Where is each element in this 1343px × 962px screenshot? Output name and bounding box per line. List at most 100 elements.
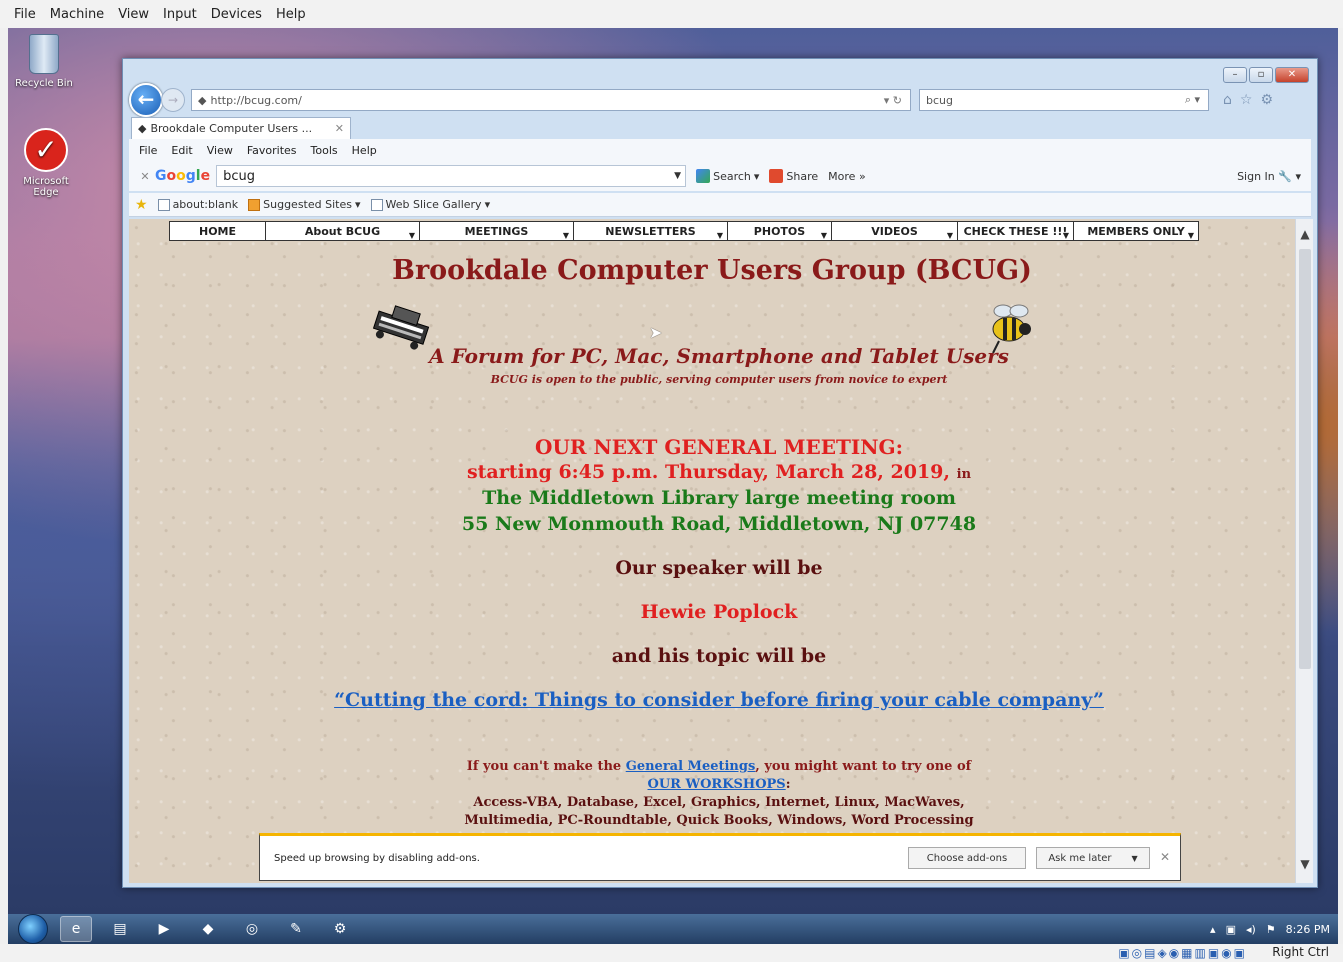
favorite-label: Suggested Sites xyxy=(263,198,352,211)
scroll-down-icon[interactable]: ▼ xyxy=(1296,857,1314,875)
gear-icon[interactable]: ⚙ xyxy=(1260,92,1273,108)
scroll-thumb[interactable] xyxy=(1299,249,1311,669)
host-menu-help[interactable]: Help xyxy=(276,7,306,22)
start-button[interactable] xyxy=(18,914,48,944)
host-menu-file[interactable]: File xyxy=(14,7,36,22)
chevron-down-icon: ▼ xyxy=(946,231,953,240)
notification-close-icon[interactable]: ✕ xyxy=(1160,850,1170,864)
subtagline: BCUG is open to the public, serving comp… xyxy=(490,373,948,386)
workshop-intro: If you can't make the General Meetings, … xyxy=(129,759,1295,774)
share-icon xyxy=(769,169,784,183)
search-box[interactable]: bcug ⌕ ▾ xyxy=(919,89,1209,111)
taskbar-gear-icon[interactable]: ⚙ xyxy=(324,916,356,942)
host-menu-bar: File Machine View Input Devices Help xyxy=(0,0,1343,28)
ask-me-later-label: Ask me later xyxy=(1048,852,1112,864)
tab-close-icon[interactable]: ✕ xyxy=(335,122,344,135)
refresh-icon[interactable]: ▾ ↻ xyxy=(884,94,902,107)
meeting-time: starting 6:45 p.m. Thursday, March 28, 2… xyxy=(129,461,1295,483)
toolbar-icons: ⌂ ☆ ⚙ xyxy=(1223,92,1273,108)
host-menu-devices[interactable]: Devices xyxy=(211,7,262,22)
menu-view[interactable]: View xyxy=(207,144,233,157)
chevron-down-icon: ▼ xyxy=(1062,231,1069,240)
site-nav-about[interactable]: About BCUG ▼ xyxy=(266,222,420,240)
favorites-star-icon[interactable]: ★ xyxy=(135,197,148,213)
site-nav-meetings[interactable]: MEETINGS ▼ xyxy=(420,222,574,240)
search-icon[interactable]: ⌕ ▾ xyxy=(1185,93,1200,107)
host-device-icons[interactable]: ▣◎▤◈◉▦▥▣◉▣ xyxy=(1118,946,1247,960)
menu-file[interactable]: File xyxy=(139,144,157,157)
wrench-icon[interactable]: 🔧 ▾ xyxy=(1278,170,1301,183)
host-key-label: Right Ctrl xyxy=(1272,945,1329,959)
tab-favicon: ◆ xyxy=(138,122,147,135)
close-button[interactable]: ✕ xyxy=(1275,67,1309,83)
toolbar-close-icon[interactable]: ✕ xyxy=(135,170,155,183)
tray-arrow-icon[interactable]: ▴ xyxy=(1210,923,1216,936)
taskbar-app-icon[interactable]: ◆ xyxy=(192,916,224,942)
host-menu-machine[interactable]: Machine xyxy=(50,7,104,22)
desktop-icon-recycle-bin[interactable]: Recycle Bin xyxy=(8,34,80,89)
chevron-down-icon: ▼ xyxy=(820,231,827,240)
google-more-button[interactable]: More » xyxy=(828,170,866,183)
choose-addons-button[interactable]: Choose add-ons xyxy=(908,847,1026,869)
menu-help[interactable]: Help xyxy=(352,144,377,157)
site-nav-newsletters[interactable]: NEWSLETTERS ▼ xyxy=(574,222,728,240)
taskbar-tool-icon[interactable]: ✎ xyxy=(280,916,312,942)
tray-flag-icon[interactable]: ⚑ xyxy=(1266,923,1276,936)
site-nav-check-these[interactable]: CHECK THESE !!! ▼ xyxy=(958,222,1074,240)
site-nav-label: NEWSLETTERS xyxy=(605,224,696,238)
site-nav-photos[interactable]: PHOTOS ▼ xyxy=(728,222,832,240)
menu-edit[interactable]: Edit xyxy=(171,144,192,157)
google-search-input[interactable]: bcug ▼ xyxy=(216,165,687,187)
tray-network-icon[interactable]: ▣ xyxy=(1226,923,1236,936)
back-button[interactable]: ← xyxy=(129,83,163,117)
notification-bar: Speed up browsing by disabling add-ons. … xyxy=(259,833,1181,881)
host-menu-view[interactable]: View xyxy=(118,7,149,22)
favorite-about-blank[interactable]: about:blank xyxy=(157,198,239,211)
desktop-icon-edge[interactable]: ✓ Microsoft Edge xyxy=(10,128,82,198)
taskbar-folder-icon[interactable]: ▤ xyxy=(104,916,136,942)
address-bar[interactable]: ◆ http://bcug.com/ ▾ ↻ xyxy=(191,89,911,111)
general-meetings-link[interactable]: General Meetings xyxy=(626,759,756,774)
meeting-time-text: starting 6:45 p.m. Thursday, March 28, 2… xyxy=(466,461,951,483)
taskbar-media-icon[interactable]: ▶ xyxy=(148,916,180,942)
workshop-prefix: If you can't make the xyxy=(466,759,622,774)
favorites-star-icon[interactable]: ☆ xyxy=(1240,92,1253,108)
chevron-down-icon[interactable]: ▼ xyxy=(674,171,681,181)
tray-volume-icon[interactable]: ◂) xyxy=(1246,923,1256,936)
tab-bcug[interactable]: ◆ Brookdale Computer Users ... ✕ xyxy=(131,117,351,139)
host-menu-input[interactable]: Input xyxy=(163,7,197,22)
our-workshops-link[interactable]: OUR WORKSHOPS xyxy=(648,777,786,792)
forward-button[interactable]: → xyxy=(161,88,185,112)
menu-favorites[interactable]: Favorites xyxy=(247,144,297,157)
minimize-button[interactable]: – xyxy=(1223,67,1247,83)
vertical-scrollbar[interactable]: ▲ ▼ xyxy=(1295,219,1313,883)
topic-link[interactable]: “Cutting the cord: Things to consider be… xyxy=(129,689,1295,711)
taskbar-ie-icon[interactable]: e xyxy=(60,916,92,942)
taskbar-network-icon[interactable]: ◎ xyxy=(236,916,268,942)
maximize-button[interactable]: ▫ xyxy=(1249,67,1273,83)
scroll-up-icon[interactable]: ▲ xyxy=(1296,227,1314,245)
ask-me-later-button[interactable]: Ask me later ▼ xyxy=(1036,847,1150,869)
favorite-web-slice-gallery[interactable]: Web Slice Gallery ▾ xyxy=(370,198,490,211)
mouse-cursor-icon: ➤ xyxy=(649,323,663,342)
sign-in-label: Sign In xyxy=(1237,169,1275,183)
google-search-button[interactable]: Search ▾ xyxy=(696,169,759,183)
speaker-name: Hewie Poplock xyxy=(640,601,798,623)
google-share-button[interactable]: Share xyxy=(769,169,818,183)
web-slice-icon xyxy=(370,198,383,211)
chevron-down-icon[interactable]: ▼ xyxy=(1132,854,1138,863)
site-nav-label: CHECK THESE !!! xyxy=(963,224,1068,238)
favorite-label: about:blank xyxy=(172,198,239,211)
tray-clock[interactable]: 8:26 PM xyxy=(1286,923,1330,936)
site-nav-videos[interactable]: VIDEOS ▼ xyxy=(832,222,958,240)
browser-window: – ▫ ✕ ← → ◆ http://bcug.com/ ▾ ↻ bcug ⌕ … xyxy=(122,58,1318,888)
chevron-down-icon: ▼ xyxy=(408,231,415,240)
site-nav-members[interactable]: MEMBERS ONLY ▼ xyxy=(1074,222,1198,241)
favorite-suggested-sites[interactable]: Suggested Sites ▾ xyxy=(248,198,361,211)
sign-in-button[interactable]: Sign In 🔧 ▾ xyxy=(1237,170,1301,183)
chevron-down-icon: ▼ xyxy=(1187,231,1194,240)
menu-tools[interactable]: Tools xyxy=(311,144,338,157)
home-icon[interactable]: ⌂ xyxy=(1223,92,1232,108)
site-nav-home[interactable]: HOME xyxy=(170,222,266,240)
google-search-icon xyxy=(696,169,711,183)
